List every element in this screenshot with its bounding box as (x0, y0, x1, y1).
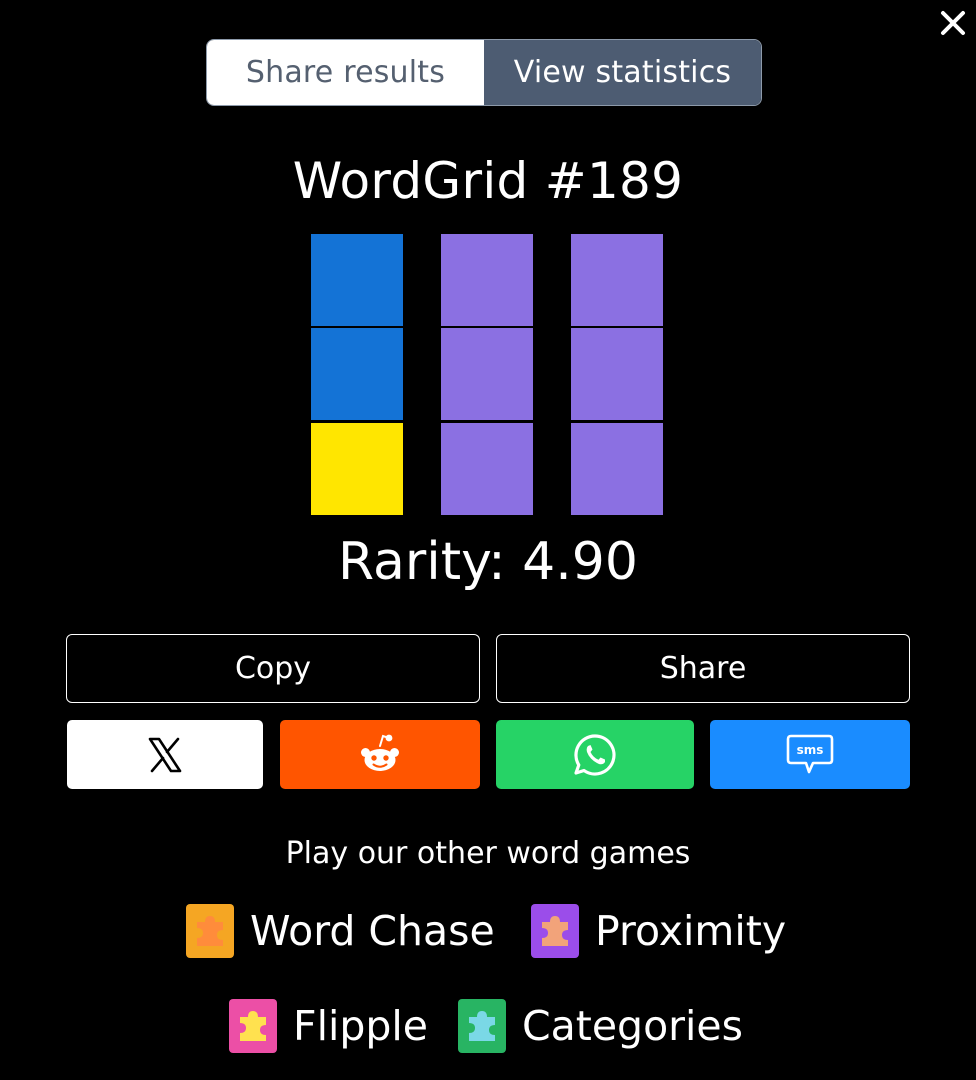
puzzle-icon (229, 999, 277, 1053)
grid-cell (311, 328, 403, 420)
grid-cell (441, 423, 533, 515)
game-link-flipple[interactable]: Flipple (229, 996, 428, 1056)
tab-view-statistics[interactable]: View statistics (484, 40, 761, 105)
game-link-label: Word Chase (250, 907, 495, 955)
whatsapp-icon (574, 733, 616, 776)
grid-cell (441, 234, 533, 326)
share-button[interactable]: Share (496, 634, 910, 703)
game-link-label: Proximity (595, 907, 787, 955)
game-link-categories[interactable]: Categories (458, 996, 743, 1056)
share-sms-button[interactable]: sms (710, 720, 910, 789)
puzzle-icon (531, 904, 579, 958)
rarity-score: Rarity: 4.90 (338, 532, 638, 592)
game-link-proximity[interactable]: Proximity (531, 901, 786, 961)
share-x-button[interactable] (67, 720, 263, 789)
promo-title: Play our other word games (285, 836, 691, 871)
tab-share-results[interactable]: Share results (207, 40, 484, 105)
share-reddit-button[interactable] (280, 720, 480, 789)
grid-cell (311, 234, 403, 326)
result-title: WordGrid #189 (292, 152, 684, 210)
puzzle-icon (458, 999, 506, 1053)
grid-cell (571, 328, 663, 420)
sms-icon-label: sms (797, 743, 824, 757)
close-button[interactable] (936, 6, 970, 40)
sms-icon: sms (786, 734, 834, 773)
tab-bar: Share results View statistics (206, 39, 762, 106)
game-link-label: Flipple (293, 1002, 429, 1050)
puzzle-icon (186, 904, 234, 958)
copy-button[interactable]: Copy (66, 634, 480, 703)
game-link-label: Categories (522, 1002, 743, 1050)
share-whatsapp-button[interactable] (496, 720, 694, 789)
grid-cell (571, 234, 663, 326)
grid-cell (311, 423, 403, 515)
x-logo-icon (148, 737, 182, 772)
close-icon (941, 11, 965, 35)
grid-cell (441, 328, 533, 420)
reddit-icon (361, 734, 399, 771)
share-dialog: Share results View statistics WordGrid #… (0, 0, 976, 1080)
game-link-word-chase[interactable]: Word Chase (186, 901, 495, 961)
grid-cell (571, 423, 663, 515)
